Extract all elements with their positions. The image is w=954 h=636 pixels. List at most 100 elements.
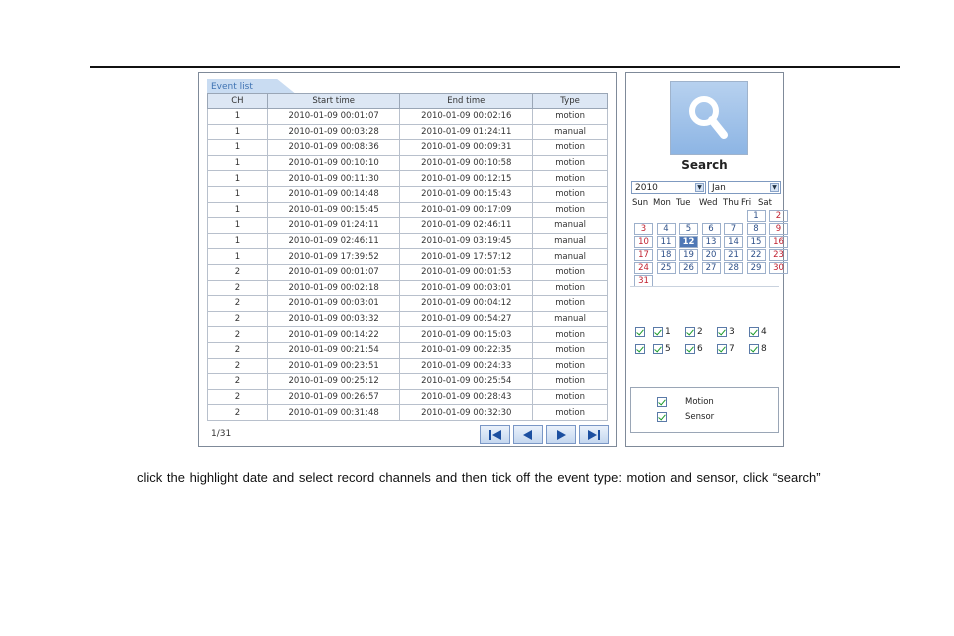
calendar-day[interactable]: 16	[769, 236, 788, 248]
calendar-day[interactable]: 7	[724, 223, 743, 235]
channel-checkbox[interactable]: 3	[717, 327, 749, 337]
channel-checkbox[interactable]: 8	[749, 344, 781, 354]
checkbox-checked[interactable]	[717, 327, 727, 337]
table-row[interactable]: 2 2010-01-09 00:31:48 2010-01-09 00:32:30 m…	[207, 404, 608, 421]
calendar-day[interactable]: 11	[656, 236, 676, 248]
column-header-end-time[interactable]: End time	[399, 93, 534, 109]
table-row[interactable]: 1 2010-01-09 02:46:11 2010-01-09 03:19:45 m…	[207, 232, 608, 250]
channel-checkbox[interactable]: 5	[653, 344, 685, 354]
calendar-day[interactable]: 10	[634, 236, 653, 248]
calendar-day[interactable]: 27	[701, 262, 721, 274]
calendar-day[interactable]: 5	[679, 223, 698, 235]
cell-type: motion	[532, 326, 608, 343]
event-type-motion[interactable]: Motion	[657, 397, 714, 407]
search-button[interactable]	[670, 81, 748, 155]
calendar-day[interactable]: 3	[634, 223, 653, 235]
table-row[interactable]: 2 2010-01-09 00:26:57 2010-01-09 00:28:43 m…	[207, 388, 608, 406]
calendar-day[interactable]: 14	[724, 236, 743, 248]
cell-start-time: 2010-01-09 00:03:01	[266, 295, 401, 312]
prev-page-button[interactable]	[513, 425, 543, 444]
channel-label: 7	[729, 344, 735, 354]
calendar-day[interactable]: 4	[656, 223, 676, 235]
checkbox-checked[interactable]	[653, 327, 663, 337]
checkbox-checked[interactable]	[749, 327, 759, 337]
checkbox-checked[interactable]	[653, 344, 663, 354]
channel-checkbox[interactable]: 4	[749, 327, 781, 337]
month-select[interactable]: Jan ▼	[708, 181, 781, 194]
checkbox-checked[interactable]	[685, 344, 695, 354]
calendar-day[interactable]: 8	[746, 223, 766, 235]
channel-checkbox[interactable]: 7	[717, 344, 749, 354]
calendar-day[interactable]: 18	[656, 249, 676, 261]
checkbox-checked[interactable]	[749, 344, 759, 354]
select-all-checkbox[interactable]	[635, 344, 653, 354]
channel-label: 1	[665, 327, 671, 337]
channel-label: 6	[697, 344, 703, 354]
year-select[interactable]: 2010 ▼	[631, 181, 706, 194]
table-row[interactable]: 2 2010-01-09 00:01:07 2010-01-09 00:01:53 m…	[207, 263, 608, 281]
last-page-button[interactable]	[579, 425, 609, 444]
calendar-day[interactable]: 13	[701, 236, 721, 248]
table-row[interactable]: 1 2010-01-09 00:01:07 2010-01-09 00:02:16 m…	[207, 108, 608, 125]
search-label: Search	[681, 158, 728, 172]
calendar-day[interactable]: 25	[656, 262, 676, 274]
cell-end-time: 2010-01-09 00:02:16	[399, 108, 534, 125]
calendar-day[interactable]: 6	[701, 223, 721, 235]
channel-label: 3	[729, 327, 735, 337]
calendar-day-selected[interactable]: 12	[679, 236, 698, 248]
table-row[interactable]: 1 2010-01-09 01:24:11 2010-01-09 02:46:11 m…	[207, 217, 608, 234]
table-row[interactable]: 2 2010-01-09 00:02:18 2010-01-09 00:03:01 m…	[207, 279, 608, 297]
calendar-day[interactable]: 29	[746, 262, 766, 274]
calendar-day[interactable]: 1	[746, 210, 766, 222]
table-row[interactable]: 2 2010-01-09 00:21:54 2010-01-09 00:22:35 m…	[207, 341, 608, 359]
checkbox-checked[interactable]	[657, 397, 667, 407]
table-row[interactable]: 1 2010-01-09 00:08:36 2010-01-09 00:09:31 m…	[207, 139, 608, 156]
column-header-ch[interactable]: CH	[207, 93, 268, 109]
cell-start-time: 2010-01-09 00:02:18	[266, 279, 401, 297]
table-row[interactable]: 1 2010-01-09 00:15:45 2010-01-09 00:17:09 m…	[207, 201, 608, 219]
calendar-day[interactable]: 15	[746, 236, 766, 248]
column-header-start-time[interactable]: Start time	[266, 93, 401, 109]
channel-checkbox[interactable]: 2	[685, 327, 717, 337]
calendar-day[interactable]: 22	[746, 249, 766, 261]
checkbox-checked[interactable]	[657, 412, 667, 422]
table-row[interactable]: 1 2010-01-09 00:10:10 2010-01-09 00:10:58 m…	[207, 154, 608, 172]
table-row[interactable]: 2 2010-01-09 00:03:01 2010-01-09 00:04:12 m…	[207, 295, 608, 312]
table-row[interactable]: 1 2010-01-09 17:39:52 2010-01-09 17:57:12 m…	[207, 248, 608, 265]
checkbox-checked[interactable]	[685, 327, 695, 337]
calendar-day[interactable]: 17	[634, 249, 653, 261]
table-row[interactable]: 1 2010-01-09 00:03:28 2010-01-09 01:24:11 m…	[207, 123, 608, 141]
calendar-day[interactable]: 9	[769, 223, 788, 235]
cell-start-time: 2010-01-09 00:25:12	[266, 373, 401, 390]
event-table: CH Start time End time Type 1 2010-01-09 …	[207, 93, 608, 421]
calendar-day[interactable]: 26	[679, 262, 698, 274]
channel-checkbox[interactable]: 1	[653, 327, 685, 337]
calendar-day[interactable]: 19	[679, 249, 698, 261]
table-row[interactable]: 2 2010-01-09 00:25:12 2010-01-09 00:25:54 m…	[207, 373, 608, 390]
checkbox-checked[interactable]	[717, 344, 727, 354]
calendar-day[interactable]: 28	[724, 262, 743, 274]
cell-start-time: 2010-01-09 01:24:11	[266, 217, 401, 234]
calendar-day[interactable]: 24	[634, 262, 653, 274]
table-row[interactable]: 1 2010-01-09 00:14:48 2010-01-09 00:15:43 m…	[207, 185, 608, 203]
table-row[interactable]: 2 2010-01-09 00:14:22 2010-01-09 00:15:03 m…	[207, 326, 608, 343]
event-type-sensor[interactable]: Sensor	[657, 412, 714, 422]
cell-type: motion	[532, 373, 608, 390]
calendar-day[interactable]: 2	[769, 210, 788, 222]
calendar-day[interactable]: 30	[769, 262, 788, 274]
prev-page-icon	[523, 429, 532, 440]
select-all-checkbox[interactable]	[635, 327, 653, 337]
calendar-day[interactable]: 20	[701, 249, 721, 261]
calendar-day[interactable]: 23	[769, 249, 788, 261]
checkbox-checked[interactable]	[635, 327, 645, 337]
column-header-type[interactable]: Type	[532, 93, 608, 109]
channel-checkbox[interactable]: 6	[685, 344, 717, 354]
weekday-label: Wed	[699, 198, 718, 208]
table-row[interactable]: 2 2010-01-09 00:23:51 2010-01-09 00:24:33 m…	[207, 357, 608, 375]
first-page-button[interactable]	[480, 425, 510, 444]
calendar-day[interactable]: 21	[724, 249, 743, 261]
next-page-button[interactable]	[546, 425, 576, 444]
table-row[interactable]: 1 2010-01-09 00:11:30 2010-01-09 00:12:15 m…	[207, 170, 608, 187]
table-row[interactable]: 2 2010-01-09 00:03:32 2010-01-09 00:54:27 m…	[207, 310, 608, 328]
checkbox-checked[interactable]	[635, 344, 645, 354]
